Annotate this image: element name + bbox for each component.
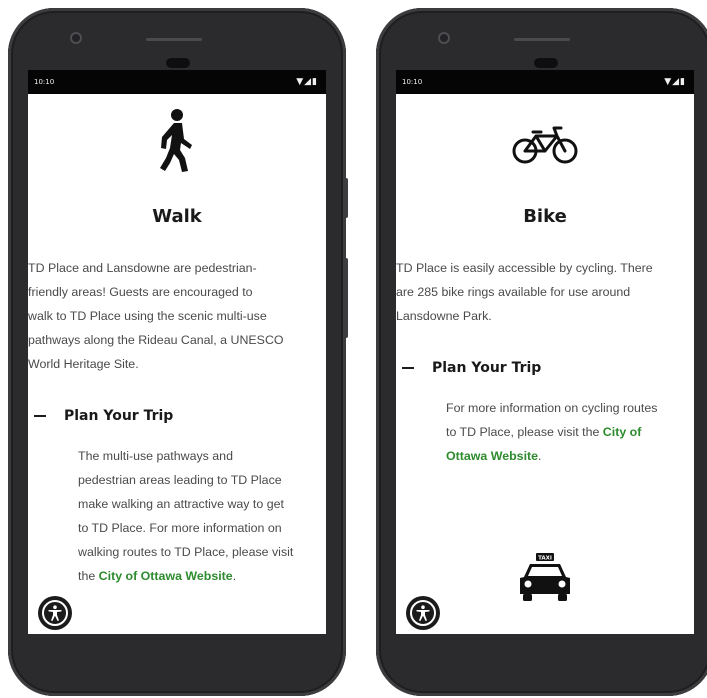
plan-line: to TD Place, please visit the City of <box>446 420 694 444</box>
intro-line: pathways along the Rideau Canal, a UNESC… <box>28 333 284 347</box>
intro-line: TD Place and Lansdowne are pedestrian- <box>28 261 257 275</box>
phone-bike: 10:10 ▼◢▮ Bike TD Place is easily access… <box>376 8 707 696</box>
plan-your-trip-toggle[interactable]: Plan Your Trip <box>402 360 541 376</box>
intro-text: TD Place and Lansdowne are pedestrian- f… <box>28 256 326 376</box>
status-time: 10:10 <box>34 78 55 86</box>
intro-line: Lansdowne Park. <box>396 309 492 323</box>
plan-line: For more information on cycling routes <box>446 401 658 415</box>
plan-your-trip-label: Plan Your Trip <box>64 408 174 424</box>
plan-line: to TD Place. For more information on <box>78 521 282 535</box>
front-camera <box>438 32 450 44</box>
earpiece-speaker <box>514 38 570 41</box>
plan-line: Ottawa Website. <box>446 444 694 468</box>
accessibility-button[interactable] <box>406 596 440 630</box>
plan-line: make walking an attractive way to get <box>78 497 284 511</box>
collapse-minus-icon <box>34 415 46 417</box>
bike-screen: Bike TD Place is easily accessible by cy… <box>396 94 694 634</box>
plan-line: walking routes to TD Place, please visit <box>78 545 294 559</box>
intro-line: TD Place is easily accessible by cycling… <box>396 261 653 275</box>
plan-your-trip-body: The multi-use pathways and pedestrian ar… <box>78 444 326 588</box>
plan-line-prefix: the <box>78 569 99 583</box>
pedestrian-walking-icon <box>28 108 326 174</box>
volume-button <box>344 178 348 218</box>
page-title: Bike <box>523 206 567 227</box>
accessibility-icon <box>410 600 436 626</box>
status-time: 10:10 <box>402 78 423 86</box>
intro-line: friendly areas! Guests are encouraged to <box>28 285 253 299</box>
plan-line: The multi-use pathways and <box>78 449 233 463</box>
bicycle-icon <box>396 124 694 166</box>
page-title: Walk <box>152 206 202 227</box>
intro-line: walk to TD Place using the scenic multi-… <box>28 309 267 323</box>
intro-line: are 285 bike rings available for use aro… <box>396 285 631 299</box>
status-bar: 10:10 ▼◢▮ <box>396 70 694 94</box>
accessibility-button[interactable] <box>38 596 72 630</box>
earpiece-speaker <box>146 38 202 41</box>
collapse-minus-icon <box>402 367 414 369</box>
status-bar: 10:10 ▼◢▮ <box>28 70 326 94</box>
plan-your-trip-toggle[interactable]: Plan Your Trip <box>34 408 173 424</box>
intro-line: World Heritage Site. <box>28 357 139 371</box>
plan-line-prefix: to TD Place, please visit the <box>446 425 603 439</box>
plan-line: the City of Ottawa Website. <box>78 564 326 588</box>
accessibility-icon <box>42 600 68 626</box>
intro-text: TD Place is easily accessible by cycling… <box>396 256 694 328</box>
phone-walk: 10:10 ▼◢▮ Walk TD Place and Lansdowne ar… <box>8 8 348 696</box>
proximity-sensor <box>166 58 190 68</box>
power-button <box>344 258 348 338</box>
taxi-icon: TAXI <box>396 552 694 602</box>
city-of-ottawa-link-cont[interactable]: Ottawa Website <box>446 449 538 463</box>
plan-your-trip-body: For more information on cycling routes t… <box>446 396 694 468</box>
taxi-sign-label: TAXI <box>538 556 552 562</box>
proximity-sensor <box>534 58 558 68</box>
plan-your-trip-label: Plan Your Trip <box>432 360 542 376</box>
status-icons: ▼◢▮ <box>664 77 686 87</box>
walk-screen: Walk TD Place and Lansdowne are pedestri… <box>28 94 326 634</box>
city-of-ottawa-link[interactable]: City of <box>603 425 642 439</box>
plan-line-suffix: . <box>232 569 237 583</box>
city-of-ottawa-link[interactable]: City of Ottawa Website <box>99 569 233 583</box>
plan-line: pedestrian areas leading to TD Place <box>78 473 282 487</box>
status-icons: ▼◢▮ <box>296 77 318 87</box>
front-camera <box>70 32 82 44</box>
plan-line-suffix: . <box>538 449 542 463</box>
